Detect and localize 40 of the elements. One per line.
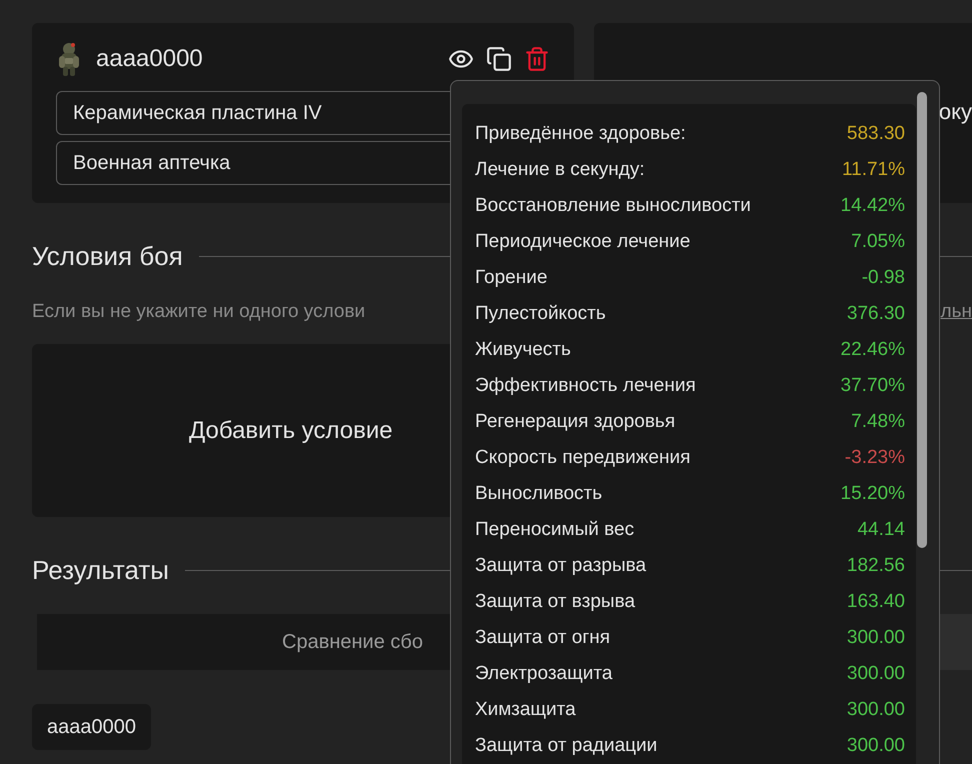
- stat-label: Электрозащита: [475, 662, 612, 686]
- stat-value: 300.00: [846, 662, 905, 686]
- stat-value: -3.23%: [844, 446, 905, 470]
- stat-value: 11.71%: [842, 158, 905, 182]
- stat-label: Защита от радиации: [475, 734, 658, 758]
- stat-label: Переносимый вес: [475, 518, 634, 542]
- scrollbar-thumb[interactable]: [917, 92, 927, 548]
- stat-value: 14.42%: [840, 194, 905, 218]
- stat-label: Защита от взрыва: [475, 590, 636, 614]
- stat-value: 300.00: [846, 698, 905, 722]
- comparison-title: Сравнение сбо: [282, 630, 423, 655]
- hint-link[interactable]: льн: [940, 298, 972, 326]
- stat-value: 300.00: [846, 626, 905, 650]
- stat-value: -0.98: [862, 266, 905, 290]
- card-text: оку: [938, 98, 972, 126]
- stat-value: 22.46%: [840, 338, 905, 362]
- stat-value: 15.20%: [840, 482, 905, 506]
- stat-label: Горение: [475, 266, 548, 290]
- build-name: aaaa0000: [96, 44, 203, 74]
- stat-value: 7.05%: [851, 230, 905, 254]
- stat-value: 182.56: [846, 554, 905, 578]
- copy-icon[interactable]: [486, 46, 512, 72]
- stat-label: Восстановление выносливости: [475, 194, 751, 218]
- stat-value: 7.48%: [851, 410, 905, 434]
- stat-value: 300.00: [846, 734, 905, 758]
- section-title: Условия боя: [32, 240, 183, 273]
- stat-value: 44.14: [857, 518, 905, 542]
- stat-label: Химзащита: [475, 698, 576, 722]
- stat-label: Защита от разрыва: [475, 554, 646, 578]
- stat-value: 583.30: [846, 122, 905, 146]
- stat-value: 163.40: [846, 590, 905, 614]
- build-tag[interactable]: aaaa0000: [32, 704, 151, 750]
- section-title: Результаты: [32, 554, 169, 587]
- delete-icon[interactable]: [524, 46, 550, 72]
- stat-label: Пулестойкость: [475, 302, 606, 326]
- stat-label: Периодическое лечение: [475, 230, 690, 254]
- hint-text: Если вы не укажите ни одного услови: [32, 300, 366, 324]
- stat-value: 376.30: [846, 302, 905, 326]
- stat-value: 37.70%: [840, 374, 905, 398]
- stat-label: Защита от огня: [475, 626, 610, 650]
